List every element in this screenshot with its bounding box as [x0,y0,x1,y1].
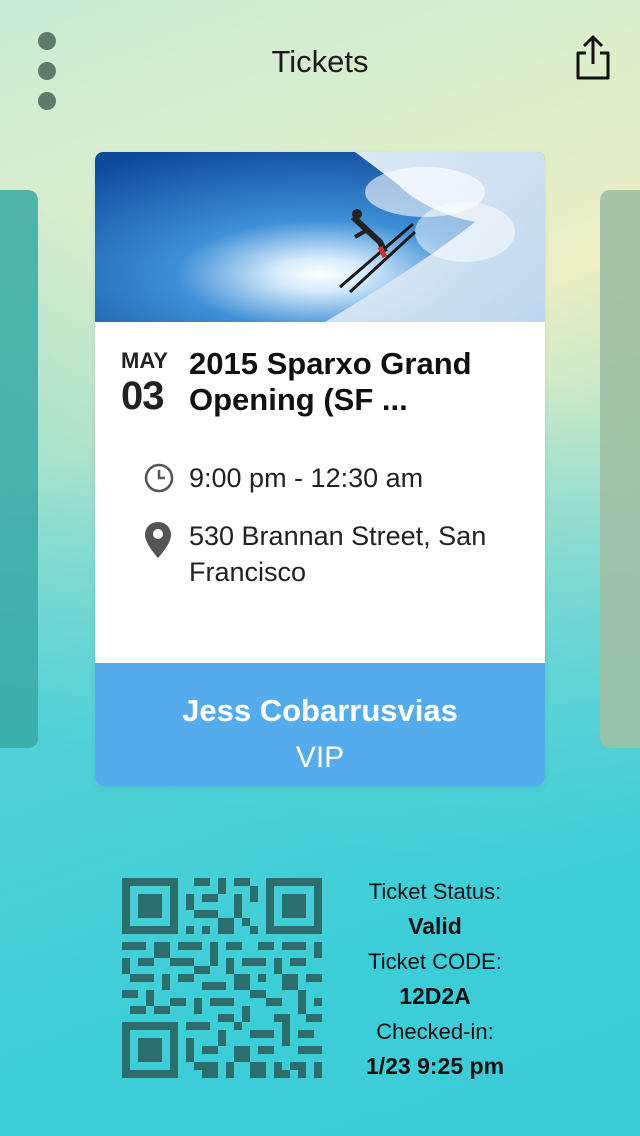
ticket-code-value: 12D2A [399,983,471,1009]
checked-in-value: 1/23 9:25 pm [365,1053,505,1079]
clock-icon [144,463,174,493]
ticket-code-label: Ticket CODE: [368,949,502,974]
next-ticket-card[interactable] [600,190,640,748]
share-icon [576,35,610,80]
ticket-status-label: Ticket Status: [368,879,502,904]
event-time: 9:00 pm - 12:30 am [189,463,424,493]
top-bar: Tickets [0,0,640,125]
ticket-type: VIP [295,741,345,774]
checked-in-label: Checked-in: [376,1019,494,1044]
ticket-holder-band: Jess Cobarrusvias VIP [95,663,545,786]
holder-name: Jess Cobarrusvias [182,693,458,728]
map-pin-icon [145,522,171,558]
event-location: 530 Brannan Street, San Francisco [189,521,487,587]
event-hero-image [95,152,545,322]
page-title: Tickets [271,44,369,79]
share-button[interactable] [572,34,614,82]
ticket-status-value: Valid [408,913,462,939]
event-title: 2015 Sparxo Grand Opening (SF ... [189,346,472,417]
previous-ticket-card[interactable] [0,190,38,748]
ticket-info: Ticket Status: Valid Ticket CODE: 12D2A … [345,874,525,1084]
ticket-card[interactable]: MAY 03 2015 Sparxo Grand Opening (SF ...… [95,152,545,786]
event-month: MAY [121,348,168,373]
qr-code [122,878,322,1078]
event-day: 03 [121,374,164,418]
